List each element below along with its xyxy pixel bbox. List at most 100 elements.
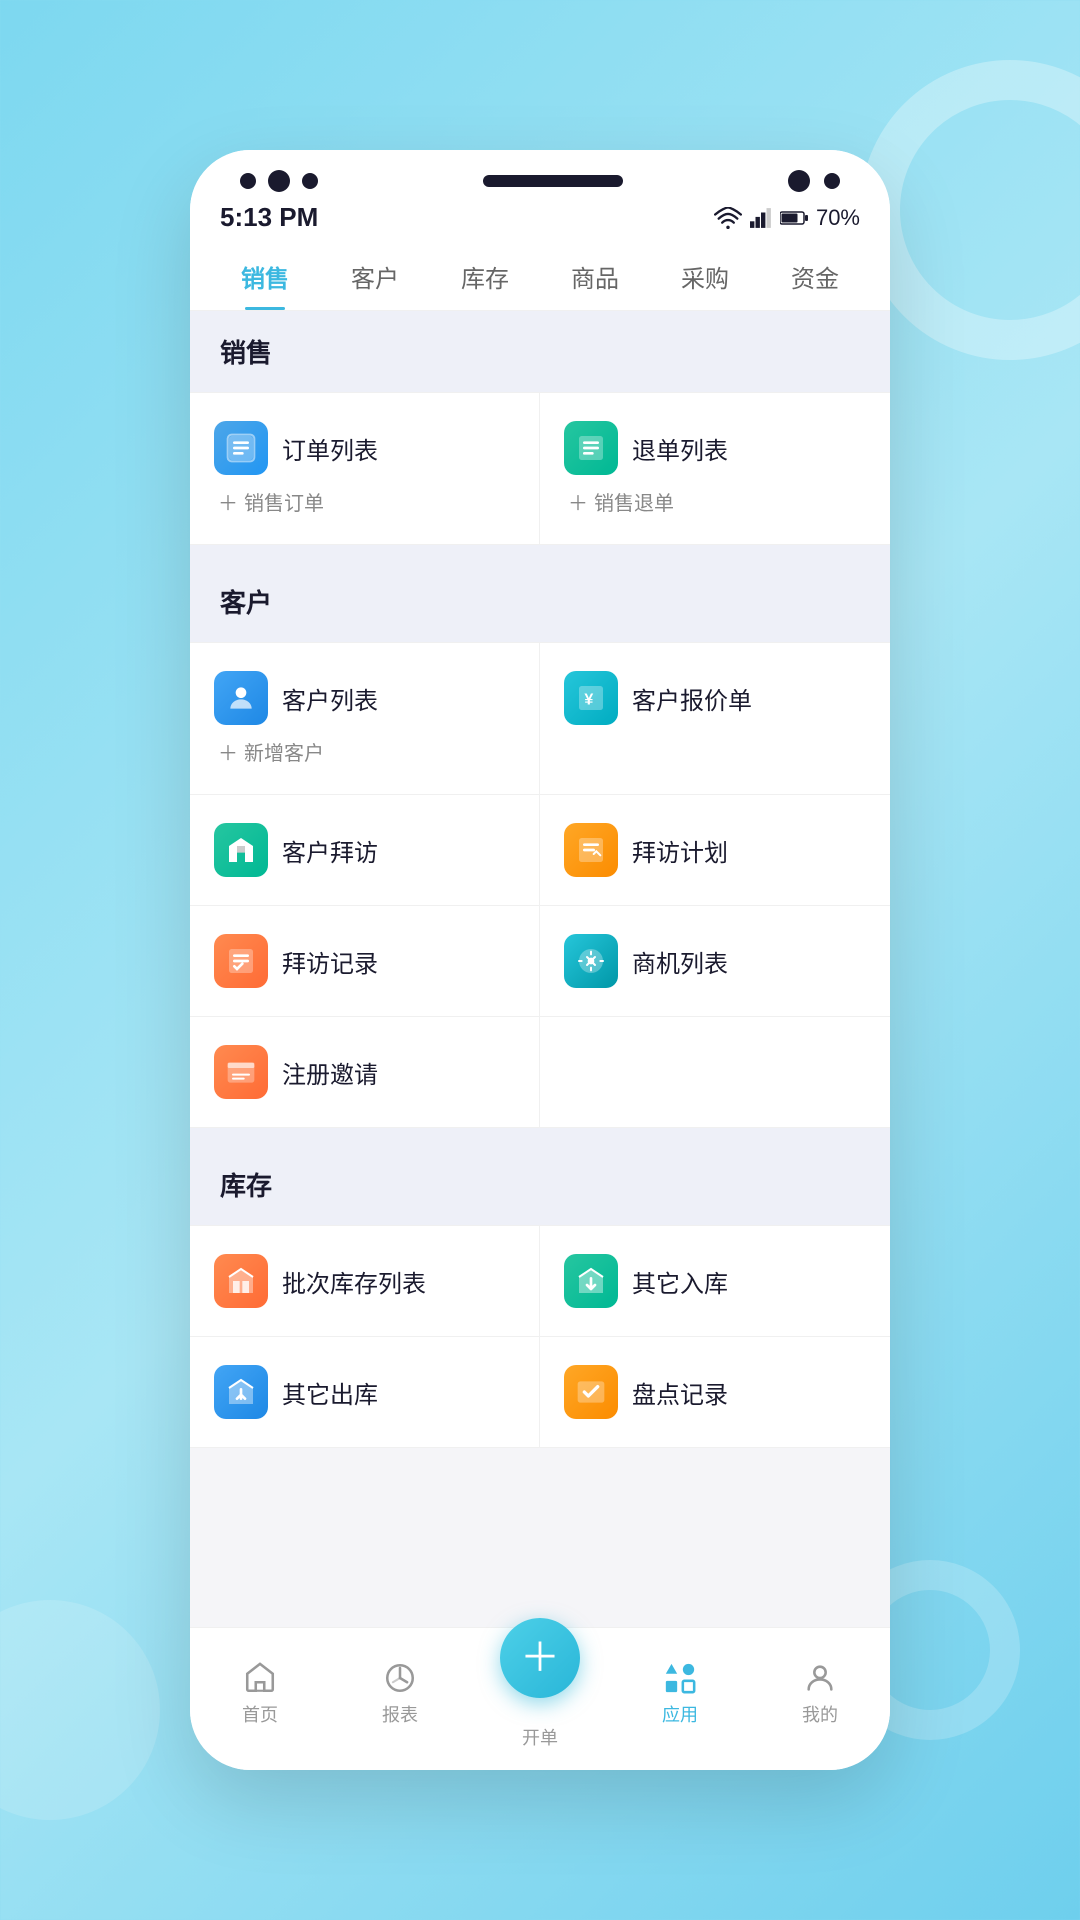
tab-finance[interactable]: 资金 [760,243,870,310]
tab-goods[interactable]: 商品 [540,243,650,310]
order-list-action: ＋ 销售订单 [214,487,515,516]
nav-app[interactable]: 应用 [610,1661,750,1727]
other-inbound-icon [564,1254,618,1308]
customer-quote-item[interactable]: ¥ 客户报价单 [540,643,890,795]
customer-grid: 客户列表 ＋ 新增客户 ¥ 客户报价单 [190,642,890,1128]
visit-plan-item[interactable]: 拜访计划 [540,795,890,906]
customer-quote-label: 客户报价单 [632,681,752,716]
batch-inventory-label: 批次库存列表 [282,1264,426,1299]
bottom-nav: 首页 报表 ＋ 开单 应用 [190,1627,890,1770]
register-invite-icon [214,1045,268,1099]
status-bar: 5:13 PM 70% [190,202,890,243]
nav-profile-label: 我的 [802,1701,838,1727]
other-inbound-top: 其它入库 [564,1254,866,1308]
customer-list-top: 客户列表 [214,671,515,725]
opportunity-list-top: 商机列表 [564,934,866,988]
svg-text:¥: ¥ [584,692,593,709]
return-list-icon [564,421,618,475]
order-list-label: 订单列表 [282,431,378,466]
order-list-icon [214,421,268,475]
home-icon [243,1661,277,1695]
profile-icon [803,1661,837,1695]
other-inbound-label: 其它入库 [632,1264,728,1299]
visit-record-icon [214,934,268,988]
wifi-icon [714,207,742,229]
status-time: 5:13 PM [220,202,318,233]
visit-record-label: 拜访记录 [282,944,378,979]
main-content: 销售 订单列表 [190,311,890,1627]
batch-inventory-icon [214,1254,268,1308]
register-invite-label: 注册邀请 [282,1055,378,1090]
inventory-grid: 批次库存列表 其它入库 [190,1225,890,1448]
nav-home-label: 首页 [242,1701,278,1727]
section-title-customer: 客户 [220,588,272,618]
camera-dots-left [240,170,318,192]
visit-plan-icon [564,823,618,877]
status-icons: 70% [714,205,860,231]
inventory-record-label: 盘点记录 [632,1375,728,1410]
customer-visit-label: 客户拜访 [282,833,378,868]
other-outbound-label: 其它出库 [282,1375,378,1410]
plus-icon-2: ＋ [568,487,588,516]
return-list-label: 退单列表 [632,431,728,466]
customer-list-action: ＋ 新增客户 [214,737,515,766]
customer-visit-top: 客户拜访 [214,823,515,877]
phone-notch [483,175,623,187]
customer-list-item[interactable]: 客户列表 ＋ 新增客户 [190,643,540,795]
customer-quote-icon: ¥ [564,671,618,725]
return-list-item[interactable]: 退单列表 ＋ 销售退单 [540,393,890,545]
bg-decoration-2 [0,1600,160,1820]
tab-inventory[interactable]: 库存 [430,243,540,310]
tab-sales[interactable]: 销售 [210,243,320,310]
dot-r2 [824,173,840,189]
section-header-inventory: 库存 [190,1144,890,1225]
inventory-record-top: 盘点记录 [564,1365,866,1419]
section-title-sales: 销售 [220,338,272,368]
battery-percent: 70% [816,205,860,231]
visit-record-top: 拜访记录 [214,934,515,988]
plus-icon-3: ＋ [218,737,238,766]
batch-inventory-top: 批次库存列表 [214,1254,515,1308]
phone-frame: 5:13 PM 70% [190,150,890,1770]
section-header-customer: 客户 [190,561,890,642]
nav-profile[interactable]: 我的 [750,1661,890,1727]
plus-icon: ＋ [218,487,238,516]
spacer-2 [190,1128,890,1144]
nav-create[interactable]: ＋ 开单 [470,1638,610,1750]
visit-plan-label: 拜访计划 [632,833,728,868]
inventory-record-item[interactable]: 盘点记录 [540,1337,890,1448]
create-fab[interactable]: ＋ [500,1618,580,1698]
battery-icon [780,209,808,227]
sales-grid: 订单列表 ＋ 销售订单 [190,392,890,545]
register-invite-item[interactable]: 注册邀请 [190,1017,540,1128]
nav-app-label: 应用 [662,1701,698,1727]
other-outbound-item[interactable]: 其它出库 [190,1337,540,1448]
order-list-item[interactable]: 订单列表 ＋ 销售订单 [190,393,540,545]
other-inbound-item[interactable]: 其它入库 [540,1226,890,1337]
customer-list-icon [214,671,268,725]
opportunity-list-item[interactable]: 商机列表 [540,906,890,1017]
dot-camera [268,170,290,192]
customer-list-label: 客户列表 [282,681,378,716]
visit-record-item[interactable]: 拜访记录 [190,906,540,1017]
nav-reports-label: 报表 [382,1701,418,1727]
tab-customer[interactable]: 客户 [320,243,430,310]
spacer-1 [190,545,890,561]
phone-camera-bar [190,150,890,202]
customer-quote-top: ¥ 客户报价单 [564,671,866,725]
signal-icon [750,207,772,229]
app-icon [663,1661,697,1695]
nav-reports[interactable]: 报表 [330,1661,470,1727]
batch-inventory-item[interactable]: 批次库存列表 [190,1226,540,1337]
dot-1 [240,173,256,189]
return-list-action: ＋ 销售退单 [564,487,866,516]
dot-r1 [788,170,810,192]
chart-icon [383,1661,417,1695]
nav-home[interactable]: 首页 [190,1661,330,1727]
nav-tabs: 销售 客户 库存 商品 采购 资金 [190,243,890,311]
customer-visit-item[interactable]: 客户拜访 [190,795,540,906]
visit-plan-top: 拜访计划 [564,823,866,877]
dot-3 [302,173,318,189]
tab-purchase[interactable]: 采购 [650,243,760,310]
empty-slot [540,1017,890,1128]
